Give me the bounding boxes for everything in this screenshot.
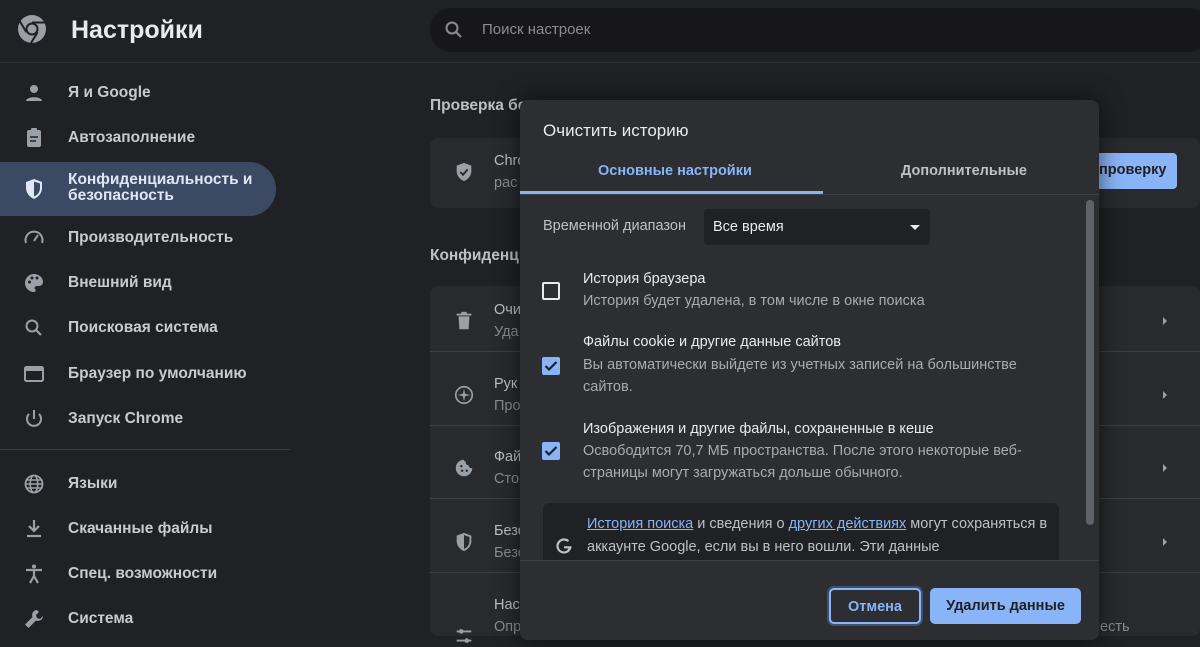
sidebar-item-performance[interactable]: Производительность [0, 216, 276, 260]
option-title: История браузера [583, 271, 706, 287]
google-g-icon [556, 538, 572, 554]
browser-icon [24, 366, 44, 382]
sidebar-item-label: Спец. возможности [68, 565, 218, 582]
wrench-icon [25, 610, 43, 628]
sliders-icon [456, 629, 472, 643]
row-subtitle: Сто [494, 471, 520, 487]
sidebar-item-label: Браузер по умолчанию [68, 365, 247, 382]
sidebar-item-label: Поисковая система [68, 319, 218, 336]
shield-icon [456, 162, 472, 182]
privacy-heading: Конфиденц [430, 247, 519, 264]
other-activity-link[interactable]: других действиях [789, 516, 907, 532]
header-divider [0, 62, 1200, 63]
dialog-scrollbar[interactable] [1086, 200, 1094, 525]
sidebar-item-label: Конфиденциальность и безопасность [68, 171, 253, 204]
palette-icon [25, 274, 43, 292]
dialog-footer: Отмена Удалить данные [520, 561, 1099, 640]
search-placeholder: Поиск настроек [482, 21, 591, 38]
time-range-label: Временной диапазон [543, 218, 686, 234]
time-range-value: Все время [713, 219, 784, 235]
chrome-logo-icon [18, 15, 46, 44]
row-subtitle: Опр [494, 619, 522, 635]
trash-icon [456, 311, 472, 330]
shield-icon [26, 179, 42, 199]
sidebar-divider [0, 449, 290, 450]
safety-check-heading: Проверка бе [430, 97, 527, 114]
top-bar: Настройки Поиск настроек [0, 0, 1200, 62]
sidebar-item-you-and-google[interactable]: Я и Google [0, 71, 276, 115]
row-subtitle: Про [494, 398, 521, 414]
row-trailing-text: есть [1100, 619, 1130, 635]
download-icon [27, 520, 41, 538]
sidebar-item-system[interactable]: Система [0, 597, 276, 641]
checkmark-icon [544, 361, 558, 372]
sidebar-item-label: Скачанные файлы [68, 520, 213, 537]
cookie-icon [455, 459, 473, 477]
sidebar-item-languages[interactable]: Языки [0, 462, 276, 506]
sidebar-item-label: Система [68, 610, 134, 627]
sidebar-item-label: Запуск Chrome [68, 410, 184, 427]
cancel-button[interactable]: Отмена [829, 588, 921, 624]
power-icon [26, 410, 42, 427]
option-description: Освободится 70,7 МБ пространства. После … [583, 443, 1022, 481]
sidebar-item-label: Языки [68, 475, 118, 492]
browsing-history-checkbox[interactable] [542, 282, 560, 300]
page-title: Настройки [71, 16, 203, 44]
person-icon [26, 85, 42, 101]
row-title: Фай [494, 449, 522, 465]
chevron-right-icon [1163, 464, 1167, 472]
clear-history-dialog: Очистить историю Основные настройки Допо… [520, 100, 1099, 640]
search-icon [25, 319, 42, 336]
chevron-right-icon [1163, 538, 1167, 546]
sidebar-item-search-engine[interactable]: Поисковая система [0, 306, 276, 350]
time-range-select[interactable]: Все время [704, 209, 930, 245]
sidebar-item-appearance[interactable]: Внешний вид [0, 261, 276, 305]
shield-icon [456, 532, 472, 552]
row-title: Рук [494, 376, 518, 392]
checkmark-icon [544, 446, 558, 457]
tab-basic[interactable]: Основные настройки [598, 163, 752, 179]
compass-icon [454, 385, 474, 405]
clipboard-icon [27, 128, 41, 147]
option-description: История будет удалена, в том числе в окн… [583, 293, 925, 309]
sidebar-item-privacy[interactable]: Конфиденциальность и безопасность [0, 162, 276, 216]
search-icon [445, 21, 462, 38]
sidebar-item-label: Автозаполнение [68, 129, 196, 146]
option-title: Файлы cookie и другие данные сайтов [583, 334, 841, 350]
cache-checkbox[interactable] [542, 442, 560, 460]
globe-icon [24, 474, 44, 494]
option-description: Вы автоматически выйдете из учетных запи… [583, 357, 1017, 395]
info-text: История поиска и сведения о других дейст… [587, 516, 1048, 555]
sidebar-item-label: Я и Google [68, 84, 151, 101]
speedometer-icon [24, 230, 44, 244]
accessibility-icon [26, 564, 42, 584]
dialog-title: Очистить историю [543, 121, 689, 140]
dropdown-arrow-icon [910, 225, 920, 230]
option-title: Изображения и другие файлы, сохраненные … [583, 421, 934, 437]
sidebar-item-default-browser[interactable]: Браузер по умолчанию [0, 352, 276, 396]
sidebar-item-on-startup[interactable]: Запуск Chrome [0, 397, 276, 441]
search-settings-input[interactable]: Поиск настроек [430, 8, 1200, 52]
cookies-checkbox[interactable] [542, 357, 560, 375]
tab-advanced[interactable]: Дополнительные [901, 163, 1027, 179]
sidebar-item-accessibility[interactable]: Спец. возможности [0, 552, 276, 596]
row-title: Очи [494, 302, 521, 318]
delete-data-button[interactable]: Удалить данные [930, 588, 1081, 624]
sidebar-item-label: Производительность [68, 229, 234, 246]
chevron-right-icon [1163, 391, 1167, 399]
sidebar-item-autofill[interactable]: Автозаполнение [0, 116, 276, 160]
search-history-link[interactable]: История поиска [587, 516, 693, 532]
tab-divider [520, 194, 1099, 195]
sidebar-item-downloads[interactable]: Скачанные файлы [0, 507, 276, 551]
chevron-right-icon [1163, 317, 1167, 325]
row-title: Нас [494, 597, 520, 613]
row-subtitle: Уда [494, 324, 519, 340]
sidebar-item-label: Внешний вид [68, 274, 172, 291]
